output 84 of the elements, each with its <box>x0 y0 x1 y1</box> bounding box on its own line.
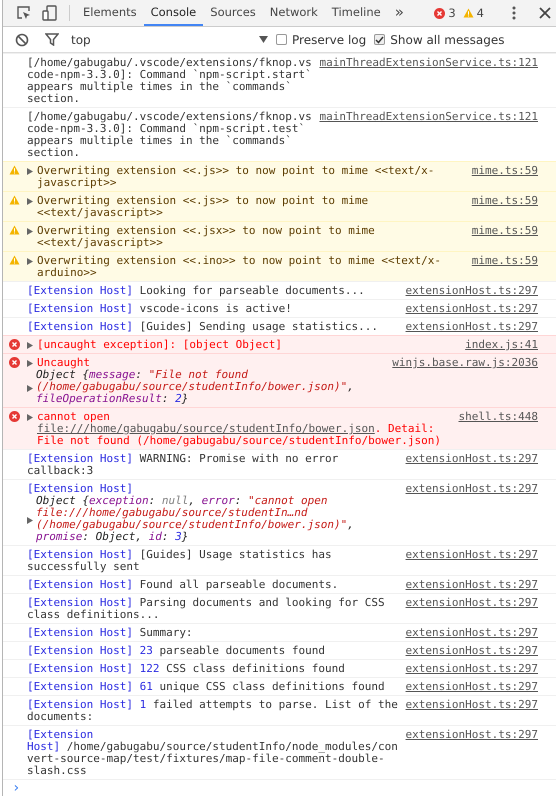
console-prompt[interactable]: › <box>3 779 556 796</box>
message-text: [Extension Host] /home/gabugabu/source/studentInfo/node_modules/convert-source-map/test/fixtures/map-file-comment-double-slash.css <box>27 729 399 777</box>
source-link[interactable]: extensionHost.ts:297 <box>406 663 538 675</box>
source-link[interactable]: extensionHost.ts:297 <box>406 681 538 693</box>
message-text: [Extension Host] Parsing documents and looking for CSS class definitions... <box>27 597 386 621</box>
error-icon <box>434 8 446 18</box>
message-text: [Extension Host] WARNING: Promise with no error callback:3 <box>27 453 340 477</box>
message-text: [Extension Host] 122 CSS class definitions found <box>27 663 346 675</box>
panel-tab[interactable]: Console <box>144 0 204 26</box>
expand-triangle-icon[interactable] <box>27 385 33 392</box>
expand-triangle-icon[interactable] <box>27 198 33 205</box>
message-text: [/home/gabugabu/.vscode/extensions/fknop.vscode-npm-3.3.0]: Command `npm-script.start` appears multiple times in the `commands` section. <box>27 57 313 105</box>
source-link[interactable]: extensionHost.ts:297 <box>406 321 538 333</box>
source-link[interactable]: mime.ts:59 <box>472 255 538 267</box>
filter-icon[interactable] <box>45 33 59 46</box>
clear-icon[interactable] <box>15 32 29 46</box>
object-preview: Object {exception: null, error: "cannot open file:///home/gabugabu/source/studentIn…nd (/home/gabugabu/source/studentInfo/bower.json)", promise: Object, id: 3} <box>36 495 355 543</box>
error-icon <box>9 339 20 350</box>
warning-icon <box>9 255 20 265</box>
message-text: cannot open file:///home/gabugabu/source/studentInfo/bower.json. Detail: File not found (/home/gabugabu/source/studentInfo/bower.json) <box>37 411 442 447</box>
checkbox[interactable] <box>276 34 287 45</box>
warning-icon <box>9 195 20 205</box>
warning-icon <box>9 165 20 175</box>
message-text: Overwriting extension <<.ino>> to now point to mime <<text/x-arduino>> <box>37 255 442 279</box>
message-text: [Extension Host] [Guides] Sending usage statistics... <box>27 321 379 333</box>
source-link[interactable]: extensionHost.ts:297 <box>406 549 538 561</box>
panel-tab[interactable]: Elements <box>76 0 144 26</box>
source-link[interactable]: extensionHost.ts:297 <box>406 627 538 639</box>
source-link[interactable]: shell.ts:448 <box>458 411 538 423</box>
message-text: [Extension Host] vscode-icons is active! <box>27 303 293 315</box>
error-icon <box>9 357 20 368</box>
checkbox[interactable] <box>374 34 386 45</box>
source-link[interactable]: extensionHost.ts:297 <box>406 453 538 465</box>
source-link[interactable]: mime.ts:59 <box>472 165 538 177</box>
source-link[interactable]: mainThreadExtensionService.ts:121 <box>319 57 538 69</box>
panel-tab[interactable]: Timeline <box>324 0 388 26</box>
message-text: [Extension Host] Summary: <box>27 627 194 639</box>
message-text: [Extension Host] 1 failed attempts to parse. List of the documents: <box>27 699 399 723</box>
message-text: Overwriting extension <<.js>> to now point to mime <<text/javascript>> <box>37 195 370 219</box>
checkbox-label: Preserve log <box>292 32 366 46</box>
source-link[interactable]: extensionHost.ts:297 <box>406 579 538 591</box>
message-text: [Extension Host] Looking for parseable documents... <box>27 285 366 297</box>
source-link[interactable]: winjs.base.raw.js:2036 <box>392 357 538 369</box>
source-link[interactable]: extensionHost.ts:297 <box>406 483 538 495</box>
panel-tab[interactable]: Network <box>262 0 325 26</box>
message-text: [uncaught exception]: [object Object] <box>37 339 284 351</box>
source-link[interactable]: mime.ts:59 <box>472 195 538 207</box>
source-link[interactable]: extensionHost.ts:297 <box>406 729 538 741</box>
expand-triangle-icon[interactable] <box>27 228 33 235</box>
warning-icon <box>462 8 474 18</box>
checkbox-label: Show all messages <box>390 32 504 46</box>
panel-tab[interactable]: Sources <box>203 0 263 26</box>
expand-triangle-icon[interactable] <box>27 258 33 265</box>
context-selector[interactable]: top <box>69 32 259 46</box>
source-link[interactable]: extensionHost.ts:297 <box>406 645 538 657</box>
message-text: [Extension Host] [Guides] Usage statistics has successfully sent <box>27 549 333 573</box>
expand-triangle-icon[interactable] <box>27 360 33 367</box>
message-text: [Extension Host] Found all parseable documents. <box>27 579 340 591</box>
warning-count: 4 <box>476 6 484 20</box>
expand-triangle-icon[interactable] <box>27 517 33 524</box>
object-preview: Object {message: "File not found (/home/gabugabu/source/studentInfo/bower.json)", fileOperationResult: 2} <box>36 369 355 405</box>
source-link[interactable]: extensionHost.ts:297 <box>406 285 538 297</box>
source-link[interactable]: index.js:41 <box>465 339 538 351</box>
message-text: Overwriting extension <<.jsx>> to now point to mime <<text/javascript>> <box>37 225 376 249</box>
message-text: Overwriting extension <<.js>> to now point to mime <<text/x-javascript>> <box>37 165 436 189</box>
file-link[interactable]: file:///home/gabugabu/source/studentInfo/bower.json <box>37 422 375 435</box>
warning-icon <box>9 225 20 235</box>
error-count: 3 <box>448 6 456 20</box>
source-link[interactable]: extensionHost.ts:297 <box>406 699 538 711</box>
message-text: [Extension Host] <box>27 483 134 495</box>
more-tabs-button[interactable]: » <box>388 0 411 26</box>
source-link[interactable]: extensionHost.ts:297 <box>406 597 538 609</box>
message-text: [Extension Host] 61 unique CSS class definitions found <box>27 681 386 693</box>
expand-triangle-icon[interactable] <box>27 414 33 421</box>
source-link[interactable]: mainThreadExtensionService.ts:121 <box>319 111 538 123</box>
message-text: [Extension Host] 23 parseable documents found <box>27 645 326 657</box>
dropdown-caret-icon[interactable] <box>259 36 268 43</box>
source-link[interactable]: extensionHost.ts:297 <box>406 303 538 315</box>
expand-triangle-icon[interactable] <box>27 342 33 349</box>
message-text: Uncaught <box>37 357 91 369</box>
error-icon <box>9 411 20 422</box>
message-text: [/home/gabugabu/.vscode/extensions/fknop.vscode-npm-3.3.0]: Command `npm-script.test` appears multiple times in the `commands` section. <box>27 111 313 159</box>
expand-triangle-icon[interactable] <box>27 168 33 175</box>
source-link[interactable]: mime.ts:59 <box>472 225 538 237</box>
